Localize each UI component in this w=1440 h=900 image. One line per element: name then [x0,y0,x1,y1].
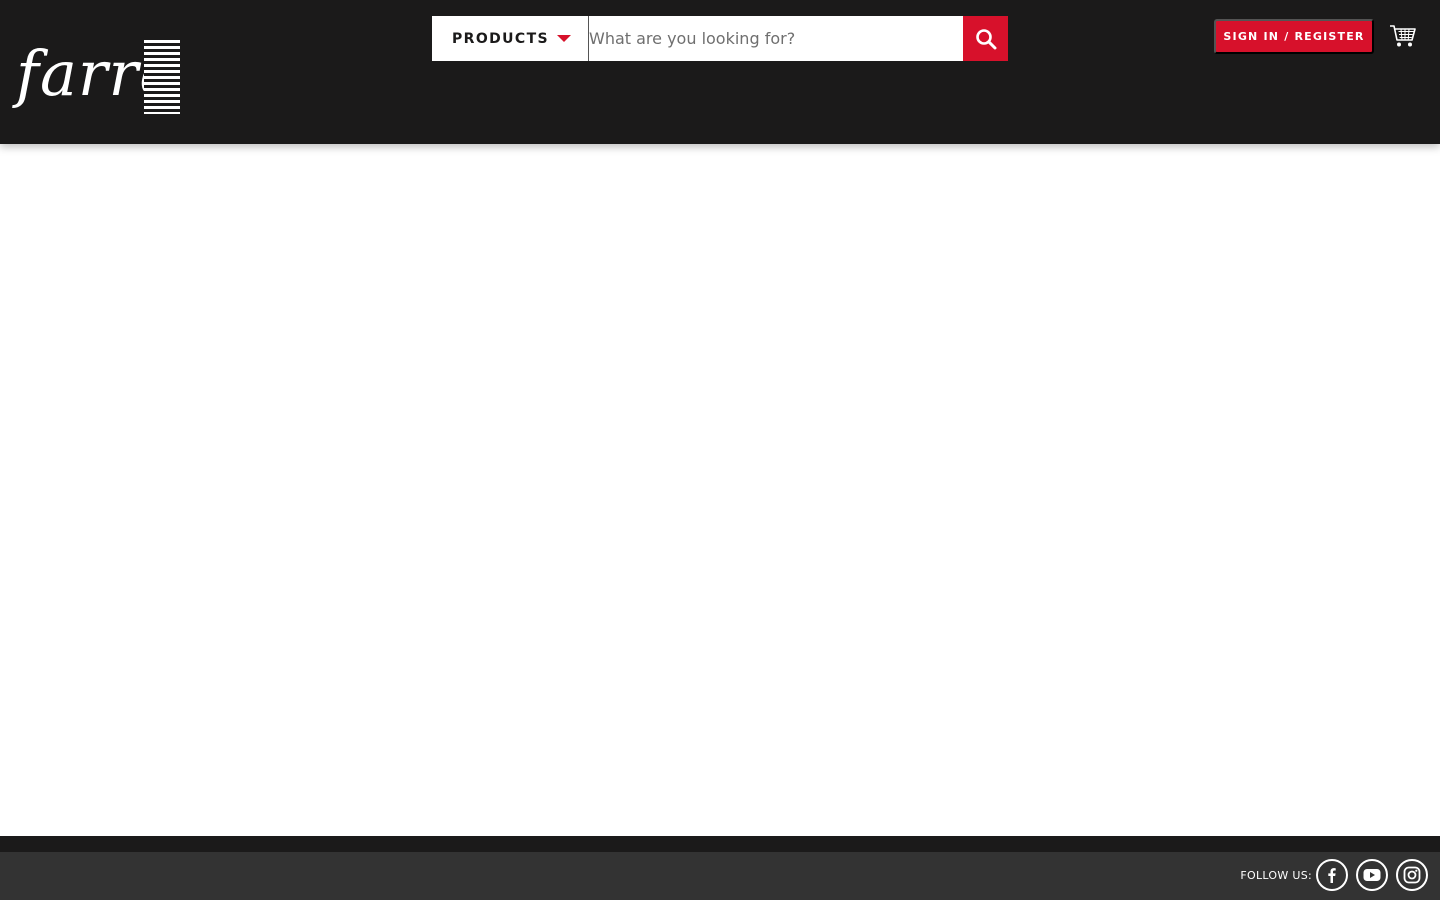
youtube-icon [1363,869,1381,881]
logo-stripes [144,40,180,114]
search-icon [975,28,996,49]
instagram-link[interactable] [1396,859,1428,891]
category-select-value: PRODUCTS [452,30,550,47]
social-links: FOLLOW US: [1240,859,1428,891]
sign-in-register-button[interactable]: SIGN IN / REGISTER [1214,19,1374,54]
site-header: farro PRODUCTS SIGN IN / REGISTER [0,0,1440,144]
cart-button[interactable] [1389,22,1417,50]
caret-down-icon [557,35,572,42]
footer-top-band [0,836,1440,852]
main-content [0,144,1440,836]
youtube-link[interactable] [1356,859,1388,891]
instagram-icon [1403,866,1421,884]
follow-us-label: FOLLOW US: [1240,868,1312,882]
facebook-icon [1328,868,1336,883]
farro-logo[interactable]: farro [14,36,186,118]
site-footer: FOLLOW US: [0,852,1440,900]
search-bar: PRODUCTS [432,16,1008,61]
search-button[interactable] [963,16,1008,61]
facebook-link[interactable] [1316,859,1348,891]
shopping-cart-icon [1390,25,1416,47]
category-select[interactable]: PRODUCTS [432,16,588,61]
search-input[interactable] [588,16,963,61]
